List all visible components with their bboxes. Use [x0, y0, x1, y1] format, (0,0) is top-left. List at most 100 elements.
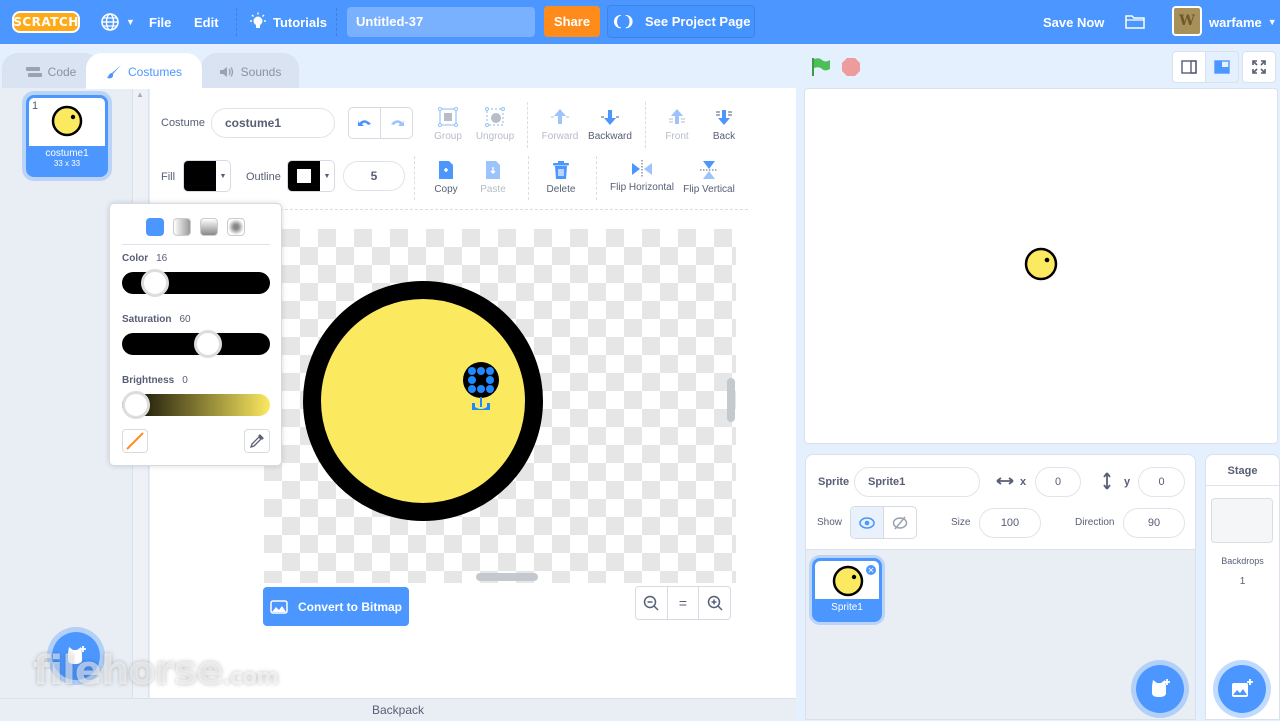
normal-stage-button[interactable]	[1205, 51, 1239, 83]
canvas-horizontal-scrollbar[interactable]	[476, 573, 538, 581]
tab-costumes[interactable]: Costumes	[86, 53, 202, 89]
ungroup-button[interactable]: Ungroup	[467, 107, 523, 142]
saturation-slider-label: Saturation 60	[122, 314, 191, 325]
costume-name: costume1	[45, 148, 89, 159]
costume-circle-shape[interactable]	[303, 281, 543, 521]
forward-button[interactable]: Forward	[532, 107, 588, 142]
outline-color-picker[interactable]: ▼	[287, 160, 335, 192]
delete-button[interactable]: Delete	[533, 160, 589, 195]
size-input[interactable]: 100	[979, 508, 1041, 538]
vertical-gradient-option[interactable]	[200, 218, 218, 236]
undo-redo-group	[348, 107, 413, 139]
convert-to-bitmap-button[interactable]: Convert to Bitmap	[263, 587, 409, 626]
y-position-input[interactable]: 0	[1138, 467, 1185, 497]
backdrops-count: 1	[1239, 576, 1246, 587]
saturation-slider-knob[interactable]	[194, 330, 222, 358]
color-slider[interactable]	[122, 269, 270, 297]
canvas-vertical-scrollbar[interactable]	[727, 378, 735, 422]
share-button[interactable]: Share	[544, 6, 600, 37]
no-color-slash-icon	[126, 432, 144, 450]
small-stage-button[interactable]	[1172, 51, 1206, 83]
rotation-center-handle[interactable]	[462, 361, 500, 413]
file-menu[interactable]: File	[149, 0, 171, 44]
backdrops-label: Backdrops	[1221, 556, 1264, 566]
language-menu[interactable]: ▼	[100, 0, 135, 44]
stop-icon[interactable]	[841, 57, 861, 77]
eyedropper-button[interactable]	[244, 429, 270, 453]
outline-width-input[interactable]: 5	[343, 161, 405, 191]
toolbar-divider	[645, 102, 646, 148]
paste-button[interactable]: Paste	[465, 160, 521, 195]
my-stuff-button[interactable]	[1125, 0, 1145, 44]
small-stage-icon	[1181, 60, 1197, 74]
outline-color-swatch	[288, 161, 320, 191]
paste-icon	[486, 161, 500, 179]
costume-card[interactable]: 1 costume1 33 x 33	[26, 95, 108, 177]
sprite-on-stage[interactable]	[1024, 247, 1058, 281]
save-now-button[interactable]: Save Now	[1043, 0, 1104, 44]
back-button[interactable]: Back	[696, 107, 752, 142]
account-menu[interactable]: warfame ▼	[1209, 0, 1277, 44]
sprite-name-label: Sprite	[818, 476, 850, 488]
no-fill-button[interactable]	[122, 429, 148, 453]
vertical-arrows-icon	[1103, 472, 1111, 490]
costume-name-input[interactable]: costume1	[211, 108, 335, 138]
toolbar-divider	[414, 156, 415, 200]
popover-divider	[122, 244, 270, 245]
radial-gradient-option[interactable]	[227, 218, 245, 236]
stage-thumbnail[interactable]	[1211, 498, 1273, 543]
brightness-label: Brightness	[122, 375, 175, 386]
solid-fill-option[interactable]	[146, 218, 164, 236]
zoom-out-button[interactable]	[636, 587, 668, 619]
tab-sounds-label: Sounds	[240, 64, 282, 79]
hide-sprite-button[interactable]	[884, 507, 916, 538]
saturation-slider[interactable]	[122, 330, 270, 358]
horizontal-gradient-option[interactable]	[173, 218, 191, 236]
choose-sprite-button[interactable]	[1136, 665, 1184, 713]
flip-vertical-button[interactable]: Flip Vertical	[681, 160, 737, 195]
lightbulb-icon	[250, 12, 266, 28]
costume-thumbnail: 1	[29, 98, 105, 146]
choose-backdrop-button[interactable]	[1218, 665, 1266, 713]
fullscreen-button[interactable]	[1242, 51, 1276, 83]
flip-horizontal-button[interactable]: Flip Horizontal	[610, 160, 674, 193]
see-project-page-button[interactable]: ❨❩ See Project Page	[607, 5, 755, 38]
backpack-panel[interactable]: Backpack	[0, 698, 796, 720]
brightness-slider-label: Brightness 0	[122, 375, 188, 386]
color-slider-knob[interactable]	[141, 269, 170, 297]
bring-to-front-icon	[669, 109, 685, 124]
project-title-input[interactable]: Untitled-37	[347, 7, 535, 37]
copy-icon	[439, 161, 453, 179]
delete-sprite-button[interactable]: ✕	[864, 563, 878, 577]
color-slider-label: Color 16	[122, 253, 167, 264]
backward-button[interactable]: Backward	[582, 107, 638, 142]
x-position-input[interactable]: 0	[1035, 467, 1081, 497]
username: warfame	[1209, 14, 1262, 30]
fill-color-picker[interactable]: ▼	[183, 160, 231, 192]
edit-menu[interactable]: Edit	[194, 0, 219, 44]
brightness-slider-knob[interactable]	[122, 391, 150, 419]
direction-input[interactable]: 90	[1123, 508, 1185, 538]
eye-icon	[859, 516, 875, 529]
remix-arrows-icon: ❨❩	[611, 13, 635, 29]
backward-label: Backward	[588, 131, 632, 142]
scratch-logo[interactable]: SCRATCH	[12, 11, 80, 33]
flip-vertical-label: Flip Vertical	[683, 184, 735, 195]
stage-canvas[interactable]	[804, 88, 1278, 444]
show-sprite-button[interactable]	[851, 507, 884, 538]
fill-label: Fill	[161, 171, 176, 183]
brightness-slider[interactable]	[122, 391, 270, 419]
undo-button[interactable]	[349, 108, 381, 138]
redo-button[interactable]	[381, 108, 412, 138]
horizontal-arrows-icon	[996, 477, 1014, 485]
green-flag-icon[interactable]	[810, 56, 832, 78]
sprite-name-input[interactable]: Sprite1	[854, 467, 980, 497]
zoom-in-button[interactable]	[699, 587, 730, 619]
tutorials-button[interactable]: Tutorials	[249, 0, 327, 44]
tab-sounds[interactable]: Sounds	[201, 53, 299, 89]
outline-label: Outline	[246, 171, 281, 183]
menu-divider	[236, 8, 237, 36]
costume-index: 1	[32, 100, 39, 112]
zoom-reset-button[interactable]: =	[668, 587, 700, 619]
user-avatar[interactable]: W	[1172, 6, 1202, 36]
